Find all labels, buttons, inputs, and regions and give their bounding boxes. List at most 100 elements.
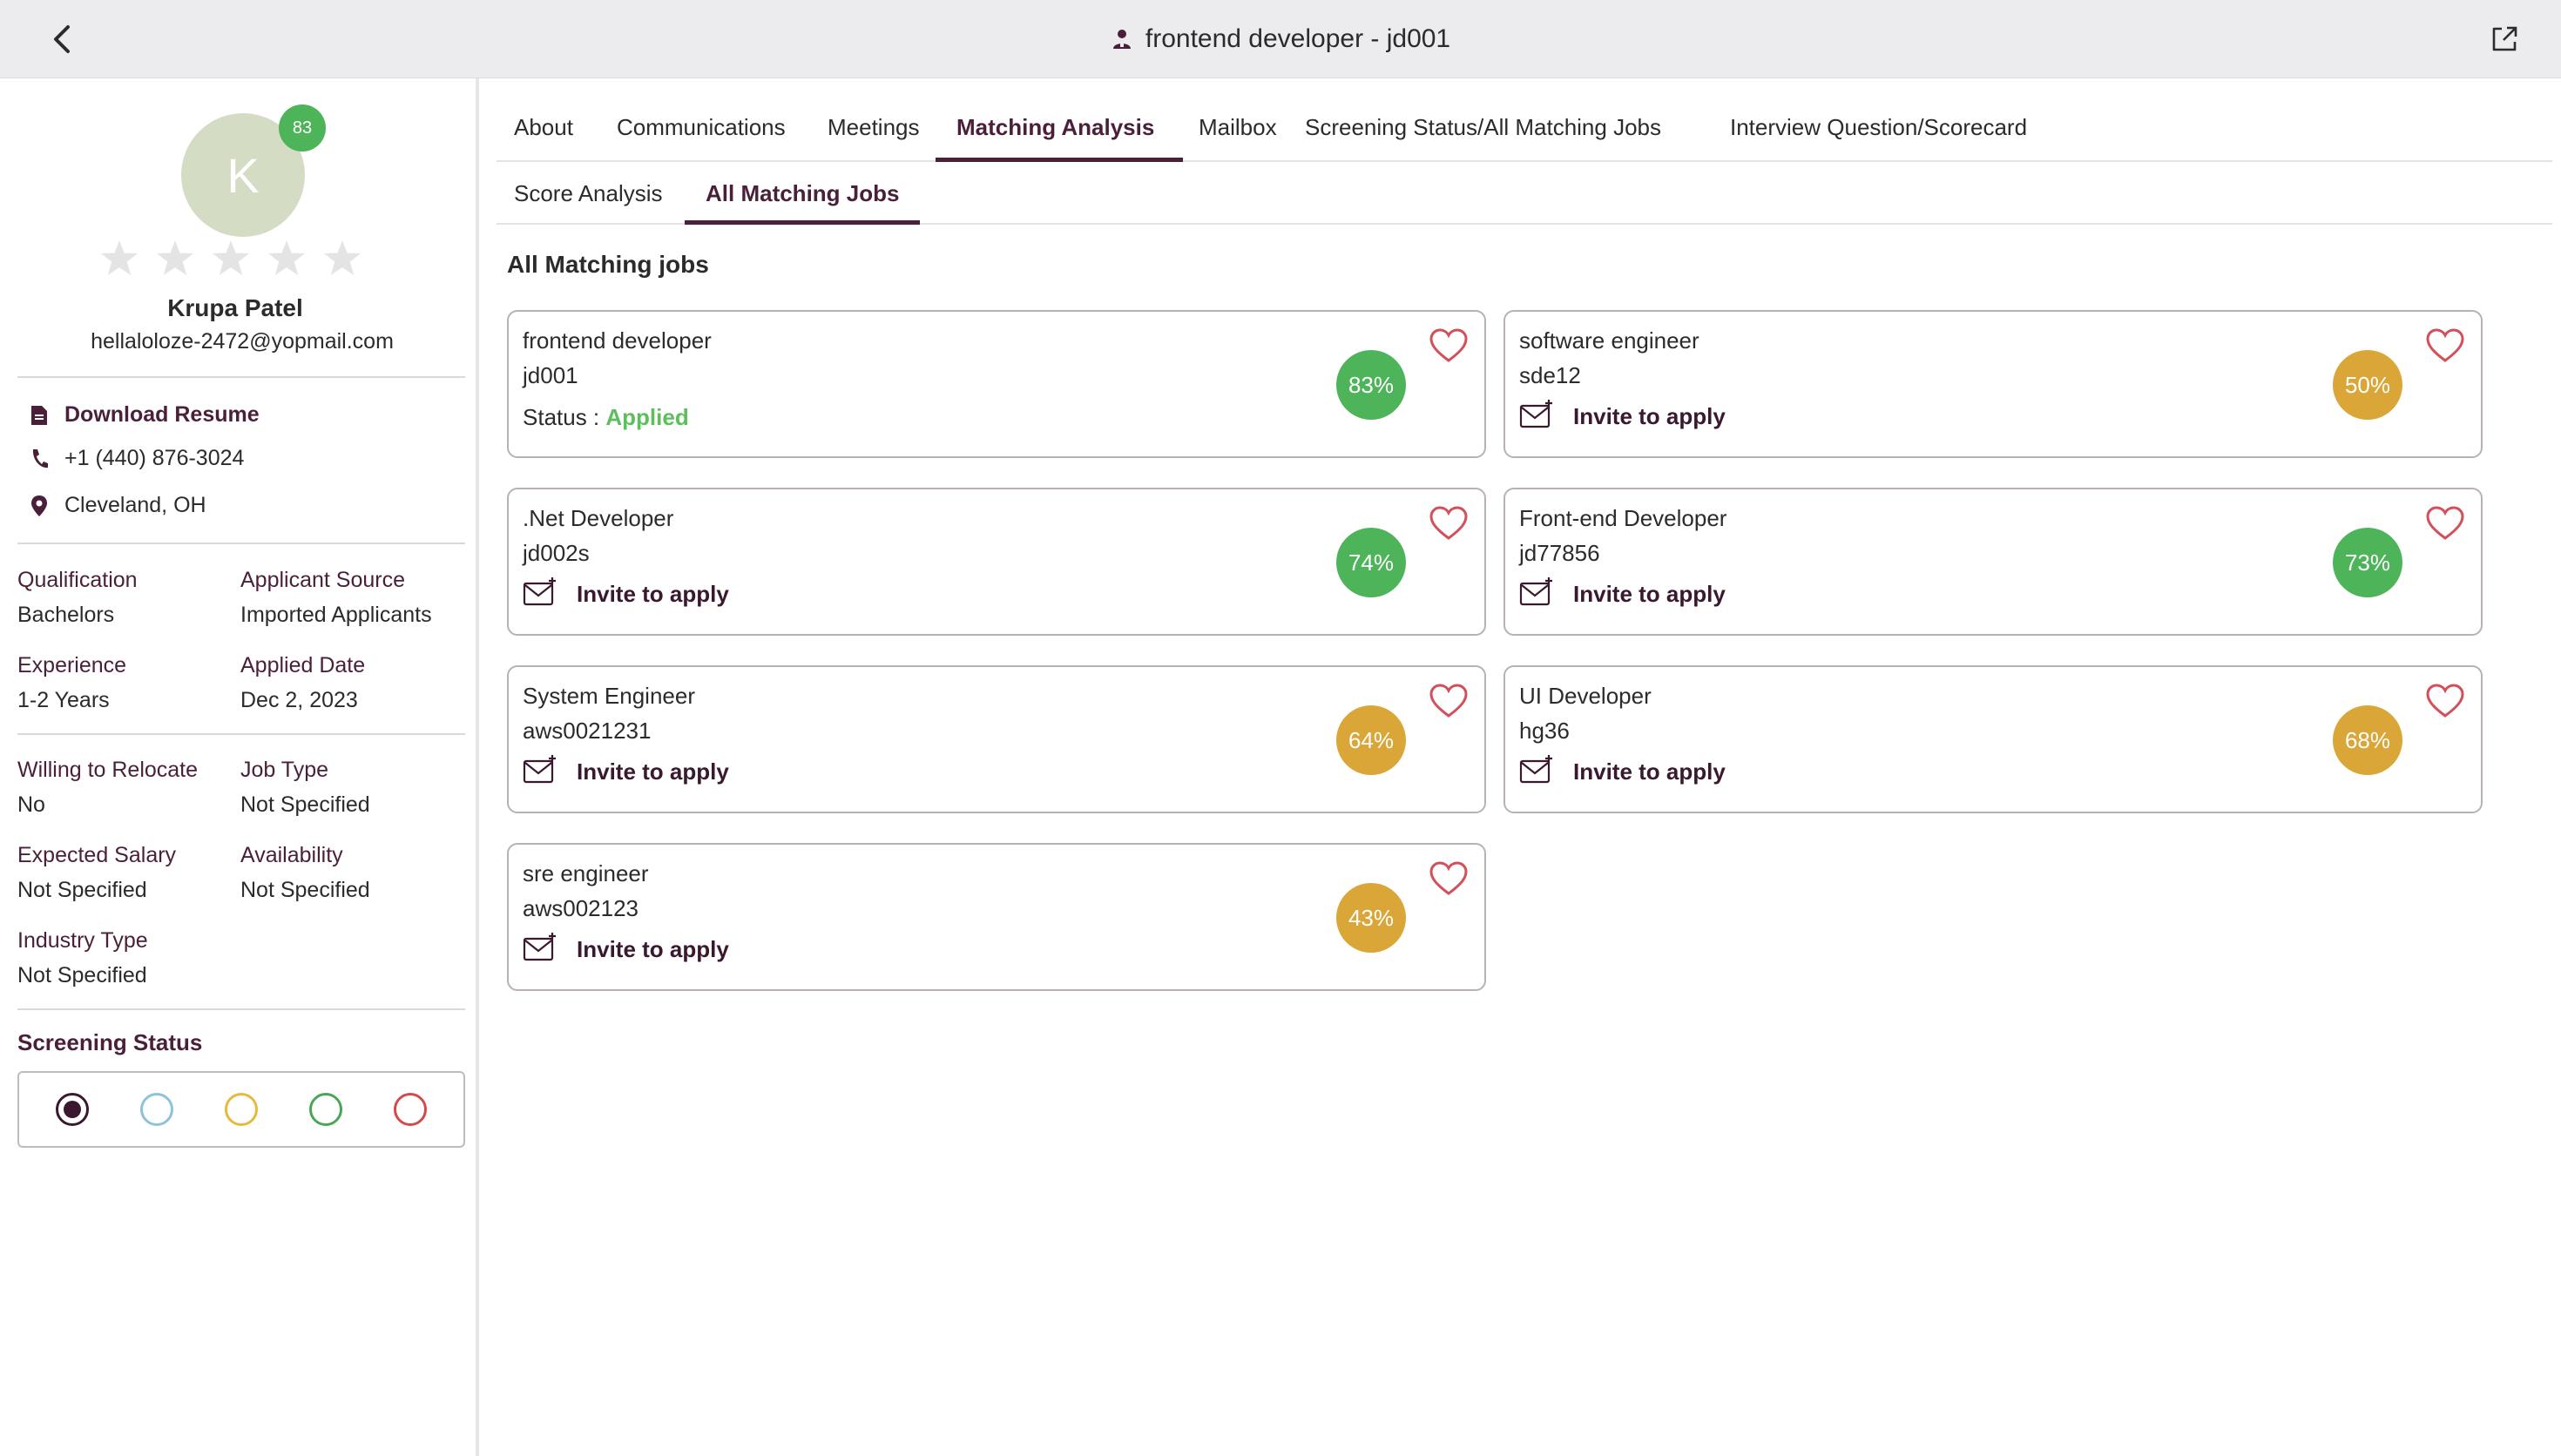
download-resume-label: Download Resume: [64, 402, 260, 427]
invite-label: Invite to apply: [577, 936, 729, 962]
phone-number: +1 (440) 876-3024: [64, 446, 245, 470]
avatar: K 83: [181, 104, 326, 237]
screening-status-option[interactable]: [55, 1093, 89, 1126]
job-card[interactable]: UI Developer hg36 Invite to apply 68%: [1503, 665, 2483, 813]
match-score-badge: 64%: [1336, 705, 1406, 775]
match-score-badge: 68%: [2333, 705, 2402, 775]
divider: [17, 1008, 465, 1010]
status-value: Applied: [605, 404, 689, 430]
mail-plus-icon: [523, 932, 557, 967]
invite-to-apply-button[interactable]: Invite to apply: [1519, 576, 1726, 612]
heart-icon[interactable]: [1429, 860, 1469, 897]
detail-label: Availability: [240, 843, 343, 867]
detail-expected-salary: Expected Salary Not Specified: [17, 838, 176, 907]
candidate-email: hellaloloze-2472@yopmail.com: [91, 329, 394, 354]
score-badge: 83: [279, 104, 326, 152]
screening-status-option[interactable]: [224, 1093, 258, 1126]
job-title: software engineer: [1519, 327, 1699, 354]
job-title: UI Developer: [1519, 683, 1652, 709]
divider: [17, 543, 465, 544]
document-icon: [31, 405, 47, 425]
job-id: hg36: [1519, 718, 1570, 744]
active-subtab-indicator: [685, 220, 920, 225]
subtab-score-analysis[interactable]: Score Analysis: [514, 162, 663, 225]
job-card[interactable]: frontend developer jd001 Status : Applied 8…: [507, 310, 1486, 458]
job-card[interactable]: software engineer sde12 Invite to apply 50%: [1503, 310, 2483, 458]
tab-matching-analysis[interactable]: Matching Analysis: [956, 92, 1154, 162]
subtab-all-matching-jobs[interactable]: All Matching Jobs: [706, 162, 899, 225]
selected-dot: [63, 1101, 81, 1118]
star-icon[interactable]: [99, 239, 139, 279]
screening-status-option[interactable]: [394, 1093, 428, 1126]
tab-communications[interactable]: Communications: [617, 92, 786, 162]
invite-label: Invite to apply: [577, 581, 729, 607]
invite-to-apply-button[interactable]: Invite to apply: [1519, 399, 1726, 435]
job-card[interactable]: .Net Developer jd002s Invite to apply 74%: [507, 488, 1486, 636]
tab-mailbox[interactable]: Mailbox: [1199, 92, 1277, 162]
heart-icon[interactable]: [1429, 327, 1469, 364]
job-card[interactable]: sre engineer aws002123 Invite to apply 43%: [507, 843, 1486, 991]
star-icon[interactable]: [267, 239, 307, 279]
detail-label: Willing to Relocate: [17, 758, 199, 782]
candidate-icon: [1112, 30, 1131, 49]
invite-to-apply-button[interactable]: Invite to apply: [523, 576, 729, 612]
invite-label: Invite to apply: [1573, 581, 1726, 607]
top-bar: frontend developer - jd001: [0, 0, 2561, 78]
detail-label: Experience: [17, 653, 127, 677]
detail-value: Not Specified: [240, 878, 370, 902]
detail-label: Expected Salary: [17, 843, 177, 867]
detail-value: Imported Applicants: [240, 603, 432, 627]
detail-experience: Experience 1-2 Years: [17, 648, 126, 718]
job-title: Front-end Developer: [1519, 505, 1727, 531]
mail-plus-icon: [1519, 576, 1554, 612]
tab-meetings[interactable]: Meetings: [828, 92, 920, 162]
screening-status-option[interactable]: [309, 1093, 343, 1126]
download-resume-link[interactable]: Download Resume: [30, 402, 260, 428]
star-icon[interactable]: [211, 239, 251, 279]
detail-value: Not Specified: [240, 792, 370, 817]
detail-value: Dec 2, 2023: [240, 688, 358, 712]
tab-interview-question-scorecard[interactable]: Interview Question/Scorecard: [1730, 92, 2027, 162]
detail-label: Applicant Source: [240, 568, 406, 592]
job-card[interactable]: Front-end Developer jd77856 Invite to appl…: [1503, 488, 2483, 636]
heart-icon[interactable]: [1429, 505, 1469, 542]
mail-plus-icon: [1519, 754, 1554, 790]
match-score-badge: 74%: [1336, 528, 1406, 597]
job-status: Status : Applied: [523, 404, 689, 431]
location-pin-icon: [31, 495, 47, 516]
star-icon[interactable]: [322, 239, 362, 279]
match-score-badge: 43%: [1336, 883, 1406, 953]
detail-label: Industry Type: [17, 928, 148, 953]
tab-about[interactable]: About: [514, 92, 573, 162]
job-id: aws002123: [523, 895, 639, 921]
status-label: Status :: [523, 404, 606, 430]
invite-to-apply-button[interactable]: Invite to apply: [523, 754, 729, 790]
heart-icon[interactable]: [2425, 505, 2465, 542]
detail-job-type: Job Type Not Specified: [240, 752, 370, 822]
detail-value: Bachelors: [17, 603, 115, 627]
screening-status-title: Screening Status: [17, 1029, 203, 1055]
screening-status-option[interactable]: [139, 1093, 173, 1126]
page-header: frontend developer - jd001: [0, 0, 2561, 78]
job-card[interactable]: System Engineer aws0021231 Invite to apply…: [507, 665, 1486, 813]
tab-screening-status-all-matching-jobs[interactable]: Screening Status/All Matching Jobs: [1305, 92, 1661, 162]
divider: [17, 376, 465, 378]
job-id: jd77856: [1519, 540, 1600, 566]
open-external-button[interactable]: [2486, 21, 2523, 57]
detail-applicant-source: Applicant Source Imported Applicants: [240, 563, 432, 632]
heart-icon[interactable]: [2425, 327, 2465, 364]
detail-value: Not Specified: [17, 963, 147, 988]
invite-to-apply-button[interactable]: Invite to apply: [1519, 754, 1726, 790]
screening-status-selector: [17, 1071, 465, 1148]
detail-value: 1-2 Years: [17, 688, 110, 712]
star-icon[interactable]: [155, 239, 195, 279]
star-rating[interactable]: [99, 239, 362, 279]
job-title: .Net Developer: [523, 505, 674, 531]
invite-label: Invite to apply: [577, 758, 729, 785]
heart-icon[interactable]: [1429, 683, 1469, 719]
job-id: jd001: [523, 362, 578, 388]
invite-to-apply-button[interactable]: Invite to apply: [523, 932, 729, 967]
match-score-badge: 73%: [2333, 528, 2402, 597]
mail-plus-icon: [523, 576, 557, 612]
heart-icon[interactable]: [2425, 683, 2465, 719]
